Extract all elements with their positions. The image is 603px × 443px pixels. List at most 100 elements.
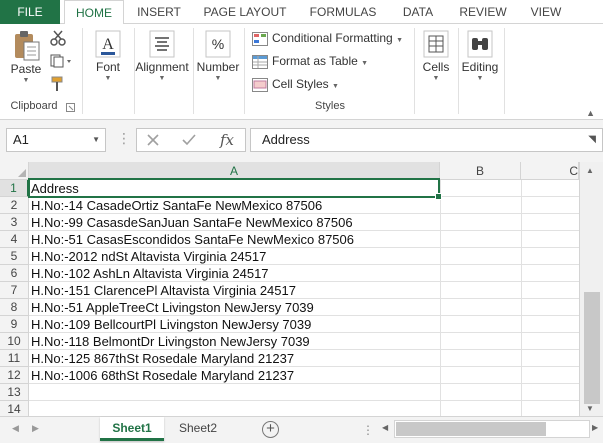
cell-styles-button[interactable]: Cell Styles ▼ [252, 74, 339, 94]
vertical-scrollbar[interactable]: ▲ ▼ [579, 162, 603, 416]
tab-splitter-icon[interactable]: ⋮ [362, 423, 374, 437]
chevron-down-icon: ▼ [104, 75, 112, 82]
format-painter-icon[interactable] [50, 76, 66, 92]
scrollbar-thumb[interactable] [396, 422, 546, 436]
worksheet-grid[interactable]: A B C 1 Address 2 H.No:-14 CasadeOrtiz Sant… [0, 162, 603, 418]
scroll-down-icon[interactable]: ▼ [586, 404, 594, 413]
row-header[interactable]: 12 [0, 367, 29, 384]
formula-bar-grip-icon[interactable]: ⋮ [117, 130, 131, 147]
cells-button[interactable]: Cells ▼ [416, 30, 456, 84]
table-cell[interactable]: H.No:-151 ClarencePl Altavista Virginia … [31, 282, 296, 299]
tab-formulas[interactable]: FORMULAS [300, 0, 386, 24]
formula-input[interactable]: Address ◥ [250, 128, 603, 152]
previous-sheet-icon[interactable]: ◀ [12, 423, 19, 434]
paste-icon [15, 31, 40, 61]
copy-icon[interactable] [50, 54, 72, 68]
table-cell[interactable]: H.No:-51 AppleTreeCt Livingston NewJersy… [31, 299, 314, 316]
ribbon-tab-bar: FILE HOME INSERT PAGE LAYOUT FORMULAS DA… [0, 0, 603, 25]
row-header[interactable]: 9 [0, 316, 29, 333]
chevron-down-icon: ▼ [432, 75, 440, 82]
row-header[interactable]: 4 [0, 231, 29, 248]
table-cell[interactable]: H.No:-14 CasadeOrtiz SantaFe NewMexico 8… [31, 197, 322, 214]
table-cell[interactable]: H.No:-51 CasasEscondidos SantaFe NewMexi… [31, 231, 354, 248]
insert-function-button[interactable]: fx [213, 130, 241, 150]
font-color-icon: A [95, 30, 121, 58]
row-header[interactable]: 13 [0, 384, 29, 401]
formula-buttons: fx [136, 128, 246, 152]
conditional-formatting-label: Conditional Formatting [272, 31, 393, 45]
cell-a1[interactable]: Address [31, 180, 79, 197]
chevron-down-icon: ▼ [332, 83, 339, 90]
table-cell[interactable]: H.No:-102 AshLn Altavista Virginia 24517 [31, 265, 269, 282]
tab-file[interactable]: FILE [0, 0, 60, 24]
table-cell[interactable]: H.No:-99 CasasdeSanJuan SantaFe NewMexic… [31, 214, 353, 231]
alignment-button[interactable]: Alignment ▼ [134, 30, 190, 84]
table-cell[interactable]: H.No:-109 BellcourtPl Livingston NewJers… [31, 316, 311, 333]
tab-page-layout[interactable]: PAGE LAYOUT [196, 0, 294, 24]
conditional-formatting-button[interactable]: Conditional Formatting ▼ [252, 28, 403, 48]
chevron-down-icon: ▼ [214, 75, 222, 82]
chevron-down-icon: ▼ [158, 75, 166, 82]
scroll-left-icon[interactable]: ◀ [382, 423, 388, 432]
tab-sheet2[interactable]: Sheet2 [168, 417, 228, 441]
enter-icon[interactable] [181, 133, 197, 147]
name-box[interactable]: A1 ▼ [6, 128, 106, 152]
editing-label: Editing [461, 60, 499, 74]
editing-button[interactable]: Editing ▼ [460, 30, 500, 84]
chevron-down-icon: ▼ [361, 60, 369, 67]
next-sheet-icon[interactable]: ▶ [32, 423, 39, 434]
font-label: Font [95, 60, 120, 74]
row-header[interactable]: 10 [0, 333, 29, 350]
tab-insert[interactable]: INSERT [126, 0, 192, 24]
cells-label: Cells [422, 60, 450, 74]
ribbon: Paste ▼ Clipboard A Font ▼ Alignment ▼ %… [0, 24, 603, 120]
row-header[interactable]: 6 [0, 265, 29, 282]
table-cell[interactable]: H.No:-1006 68thSt Rosedale Maryland 2123… [31, 367, 294, 384]
horizontal-scrollbar[interactable]: ◀ ▶ [380, 420, 603, 438]
add-sheet-button[interactable]: + [262, 421, 279, 438]
row-header[interactable]: 8 [0, 299, 29, 316]
styles-group-label: Styles [315, 100, 345, 112]
cell-styles-icon [252, 77, 268, 92]
collapse-ribbon-icon[interactable]: ▲ [586, 108, 595, 118]
group-separator [244, 28, 245, 114]
tab-review[interactable]: REVIEW [452, 0, 514, 24]
paste-button[interactable]: Paste ▼ [6, 30, 46, 86]
table-cell[interactable]: H.No:-118 BelmontDr Livingston NewJersy … [31, 333, 310, 350]
scroll-right-icon[interactable]: ▶ [592, 423, 598, 432]
binoculars-icon [467, 30, 493, 58]
column-header-a[interactable]: A [29, 162, 440, 180]
paste-label: Paste [10, 62, 42, 76]
row-gridline [29, 400, 579, 401]
select-all-button[interactable] [0, 162, 29, 180]
row-header[interactable]: 1 [0, 180, 29, 197]
table-cell[interactable]: H.No:-2012 ndSt Altavista Virginia 24517 [31, 248, 266, 265]
row-header[interactable]: 2 [0, 197, 29, 214]
column-header-b[interactable]: B [440, 162, 521, 180]
cut-icon[interactable] [50, 30, 66, 46]
group-separator [193, 28, 194, 114]
row-header[interactable]: 7 [0, 282, 29, 299]
scrollbar-thumb[interactable] [584, 292, 600, 404]
scroll-up-icon[interactable]: ▲ [586, 166, 594, 175]
table-cell[interactable]: H.No:-125 867thSt Rosedale Maryland 2123… [31, 350, 294, 367]
chevron-down-icon[interactable]: ◥ [588, 129, 596, 151]
tab-home[interactable]: HOME [64, 0, 124, 25]
cancel-icon[interactable] [146, 133, 160, 147]
row-header[interactable]: 11 [0, 350, 29, 367]
tab-data[interactable]: DATA [392, 0, 444, 24]
chevron-down-icon[interactable]: ▼ [92, 129, 100, 151]
active-cell-outline [28, 178, 442, 200]
column-header-c[interactable]: C [521, 162, 579, 180]
font-button[interactable]: A Font ▼ [88, 30, 128, 84]
group-separator [414, 28, 415, 114]
row-header[interactable]: 5 [0, 248, 29, 265]
row-header[interactable]: 3 [0, 214, 29, 231]
dialog-launcher-icon[interactable] [66, 103, 75, 112]
format-as-table-button[interactable]: Format as Table ▼ [252, 51, 368, 71]
number-button[interactable]: % Number ▼ [196, 30, 240, 84]
tab-view[interactable]: VIEW [518, 0, 574, 24]
svg-text:A: A [102, 36, 114, 53]
clipboard-group-label: Clipboard [10, 100, 58, 112]
tab-sheet1[interactable]: Sheet1 [100, 417, 164, 441]
